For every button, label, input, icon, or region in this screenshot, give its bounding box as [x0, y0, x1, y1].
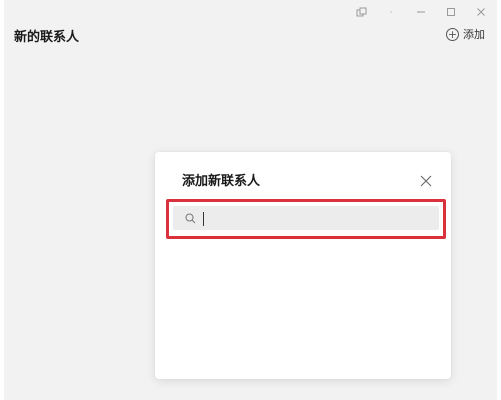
add-button-label: 添加	[463, 28, 485, 41]
window-controls	[355, 4, 487, 20]
separator-dot	[385, 6, 397, 18]
add-contact-dialog: 添加新联系人	[155, 152, 451, 379]
close-icon[interactable]	[475, 6, 487, 18]
minimize-icon[interactable]	[415, 6, 427, 18]
maximize-icon[interactable]	[445, 6, 457, 18]
plus-circle-icon: +	[446, 27, 459, 41]
dialog-title: 添加新联系人	[182, 174, 261, 189]
dialog-close-icon[interactable]	[420, 172, 432, 187]
search-highlight-box	[166, 199, 446, 239]
add-contact-button[interactable]: + 添加	[446, 26, 485, 42]
search-field[interactable]	[173, 206, 439, 230]
page-title: 新的联系人	[14, 30, 80, 45]
pin-icon[interactable]	[355, 6, 367, 18]
search-icon	[185, 213, 196, 224]
text-caret	[203, 212, 204, 226]
search-input[interactable]	[201, 206, 439, 230]
app-window: 新的联系人 + 添加 添加新联系人	[4, 0, 497, 400]
